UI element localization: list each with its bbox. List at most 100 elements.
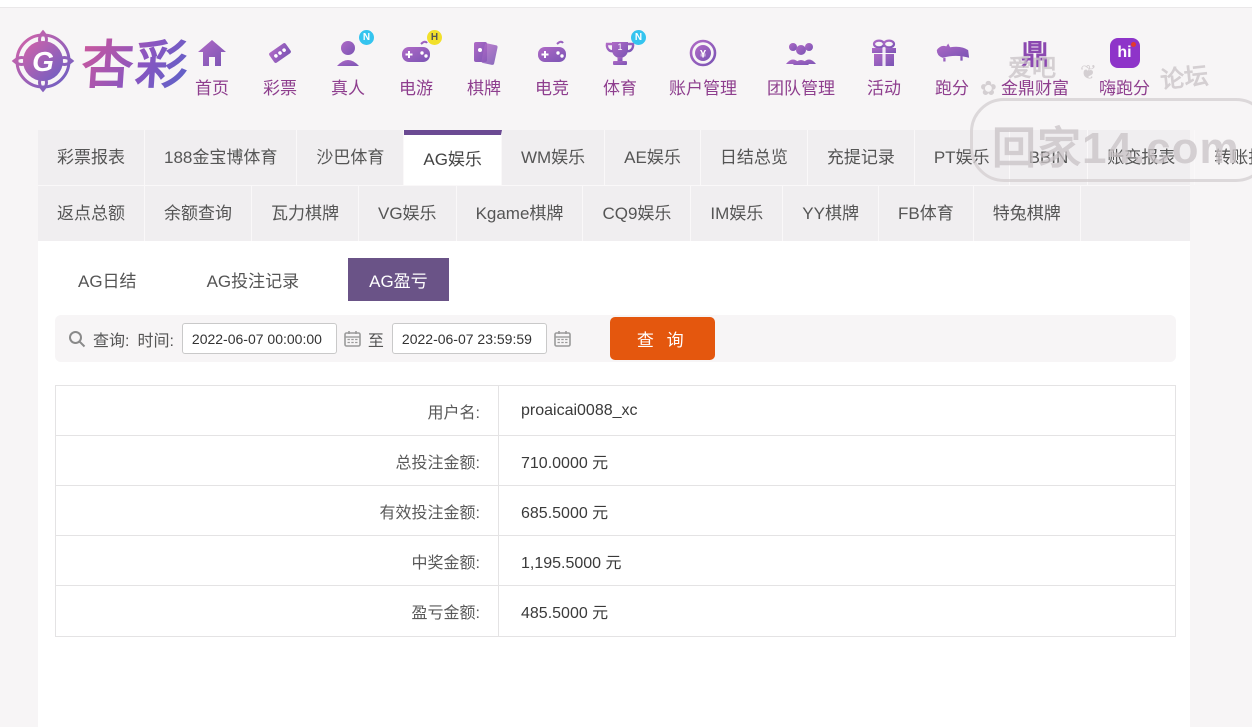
search-icon [69, 330, 86, 347]
tab-deposit-withdraw-records[interactable]: 充提记录 [808, 130, 915, 185]
flower-logo-icon: G [11, 29, 75, 92]
nav-item-paofen[interactable]: 跑分 [933, 35, 971, 99]
tab-tetu-chess[interactable]: 特兔棋牌 [974, 186, 1081, 241]
nav-item-esports[interactable]: 电竞 [533, 35, 571, 99]
nav-label: 真人 [331, 79, 365, 98]
tab-daily-summary[interactable]: 日结总览 [701, 130, 808, 185]
tab-account-change-report[interactable]: 账变报表 [1088, 130, 1196, 185]
tab-ag-entertainment[interactable]: AG娱乐 [404, 130, 502, 185]
nav-label: 体育 [603, 79, 637, 98]
subtab-ag-profit-loss[interactable]: AG盈亏 [348, 258, 449, 301]
query-button[interactable]: 查 询 [609, 317, 715, 360]
nav-item-account-management[interactable]: ¥ 账户管理 [669, 35, 737, 99]
nav-item-lottery[interactable]: 彩票 [261, 35, 299, 99]
subtab-ag-bet-records[interactable]: AG投注记录 [186, 258, 321, 301]
tab-im-entertainment[interactable]: IM娱乐 [691, 186, 784, 241]
table-row-total-bet: 总投注金额: 710.0000 元 [56, 436, 1175, 486]
to-label: 至 [367, 332, 384, 350]
row-value: 1,195.5000 元 [521, 554, 622, 572]
nav-item-home[interactable]: 首页 [193, 35, 231, 99]
row-label: 中奖金额: [56, 536, 499, 585]
tab-shaba-sports[interactable]: 沙巴体育 [297, 130, 405, 185]
nav-item-promotions[interactable]: 活动 [865, 35, 903, 99]
tab-wm-entertainment[interactable]: WM娱乐 [502, 130, 606, 185]
profit-loss-table: 用户名: proaicai0088_xc 总投注金额: 710.0000 元 有… [55, 385, 1176, 637]
svg-text:¥: ¥ [700, 49, 707, 61]
tab-cq9-entertainment[interactable]: CQ9娱乐 [583, 186, 692, 241]
nav-item-hi-paofen[interactable]: hi 嗨跑分 [1099, 35, 1150, 99]
nav-label: 金鼎财富 [1001, 79, 1069, 98]
tab-yy-chess[interactable]: YY棋牌 [783, 186, 879, 241]
nav-label: 电竞 [535, 79, 569, 98]
tab-balance-query[interactable]: 余额查询 [145, 186, 252, 241]
home-icon [193, 35, 231, 71]
tab-vg-entertainment[interactable]: VG娱乐 [359, 186, 457, 241]
header: G 杏彩 首页 彩票 N 真人 H 电游 棋牌 电竞 1 N 体育 ¥ 账户管理… [0, 9, 1252, 129]
tab-bbin[interactable]: BBIN [1010, 130, 1089, 185]
row-value: 685.5000 元 [521, 504, 609, 522]
nav-item-team-management[interactable]: 团队管理 [767, 35, 835, 99]
tab-188jinbaobo-sports[interactable]: 188金宝博体育 [145, 130, 298, 185]
nav-item-egames[interactable]: H 电游 [397, 30, 442, 99]
start-time-input[interactable] [181, 323, 337, 354]
tab-fb-sports[interactable]: FB体育 [879, 186, 974, 241]
nav-item-jinding-wealth[interactable]: 鼎 金鼎财富 [1001, 35, 1069, 99]
end-calendar-icon[interactable] [554, 330, 571, 347]
tab-wali-chess[interactable]: 瓦力棋牌 [252, 186, 359, 241]
content-panel: AG日结 AG投注记录 AG盈亏 查询: 时间: 至 查 询 用户名: proa… [38, 241, 1190, 727]
gift-icon [865, 35, 903, 71]
row-value: proaicai0088_xc [521, 401, 638, 419]
rhino-icon [933, 35, 971, 71]
nav-item-live[interactable]: N 真人 [329, 30, 374, 99]
brand-name: 杏彩 [79, 23, 192, 98]
ticket-icon [261, 35, 299, 71]
main-nav: 首页 彩票 N 真人 H 电游 棋牌 电竞 1 N 体育 ¥ 账户管理 团队管理… [178, 30, 1165, 99]
badge-h: H [427, 30, 442, 45]
nav-label: 跑分 [935, 79, 969, 98]
nav-label: 账户管理 [669, 79, 737, 98]
row-value: 710.0000 元 [521, 454, 609, 472]
esports-gamepad-icon [533, 35, 571, 71]
hi-app-icon: hi [1106, 35, 1144, 71]
tab-rebate-total[interactable]: 返点总额 [38, 186, 145, 241]
tab-lottery-report[interactable]: 彩票报表 [38, 130, 145, 185]
cards-icon [465, 35, 503, 71]
row-label: 盈亏金额: [56, 586, 499, 636]
gamepad-icon: H [397, 30, 442, 71]
row-label: 有效投注金额: [56, 486, 499, 535]
search-bar: 查询: 时间: 至 查 询 [55, 315, 1176, 362]
live-dealer-icon: N [329, 30, 374, 71]
row-label: 总投注金额: [56, 436, 499, 485]
tab-kgame-chess[interactable]: Kgame棋牌 [457, 186, 584, 241]
subtab-ag-daily[interactable]: AG日结 [57, 258, 158, 301]
team-icon [782, 35, 820, 71]
nav-label: 棋牌 [467, 79, 501, 98]
table-row-username: 用户名: proaicai0088_xc [56, 386, 1175, 436]
tab-ae-entertainment[interactable]: AE娱乐 [605, 130, 701, 185]
svg-text:G: G [32, 46, 54, 77]
table-row-profit-loss: 盈亏金额: 485.5000 元 [56, 586, 1175, 636]
row-label: 用户名: [56, 386, 499, 435]
tripod-cauldron-icon: 鼎 [1020, 39, 1049, 70]
nav-item-sports[interactable]: 1 N 体育 [601, 30, 646, 99]
nav-item-cards[interactable]: 棋牌 [465, 35, 503, 99]
brand-logo[interactable]: G 杏彩 [8, 23, 192, 98]
time-label: 时间: [137, 332, 174, 350]
nav-label: 电游 [399, 79, 433, 98]
nav-label: 首页 [195, 79, 229, 98]
report-tabs: 彩票报表 188金宝博体育 沙巴体育 AG娱乐 WM娱乐 AE娱乐 日结总览 充… [38, 130, 1252, 241]
top-strip [0, 0, 1252, 8]
badge-n: N [359, 30, 374, 45]
ag-subtabs: AG日结 AG投注记录 AG盈亏 [57, 258, 449, 301]
start-calendar-icon[interactable] [344, 330, 361, 347]
nav-label: 活动 [867, 79, 901, 98]
table-row-winnings: 中奖金额: 1,195.5000 元 [56, 536, 1175, 586]
tab-pt-entertainment[interactable]: PT娱乐 [915, 130, 1010, 185]
trophy-icon: 1 N [601, 30, 646, 71]
svg-text:1: 1 [617, 42, 622, 52]
end-time-input[interactable] [391, 323, 547, 354]
notification-dot [1130, 42, 1136, 47]
query-label: 查询: [93, 332, 130, 350]
nav-label: 团队管理 [767, 79, 835, 98]
tab-transfer-report[interactable]: 转账报表 [1195, 130, 1252, 185]
